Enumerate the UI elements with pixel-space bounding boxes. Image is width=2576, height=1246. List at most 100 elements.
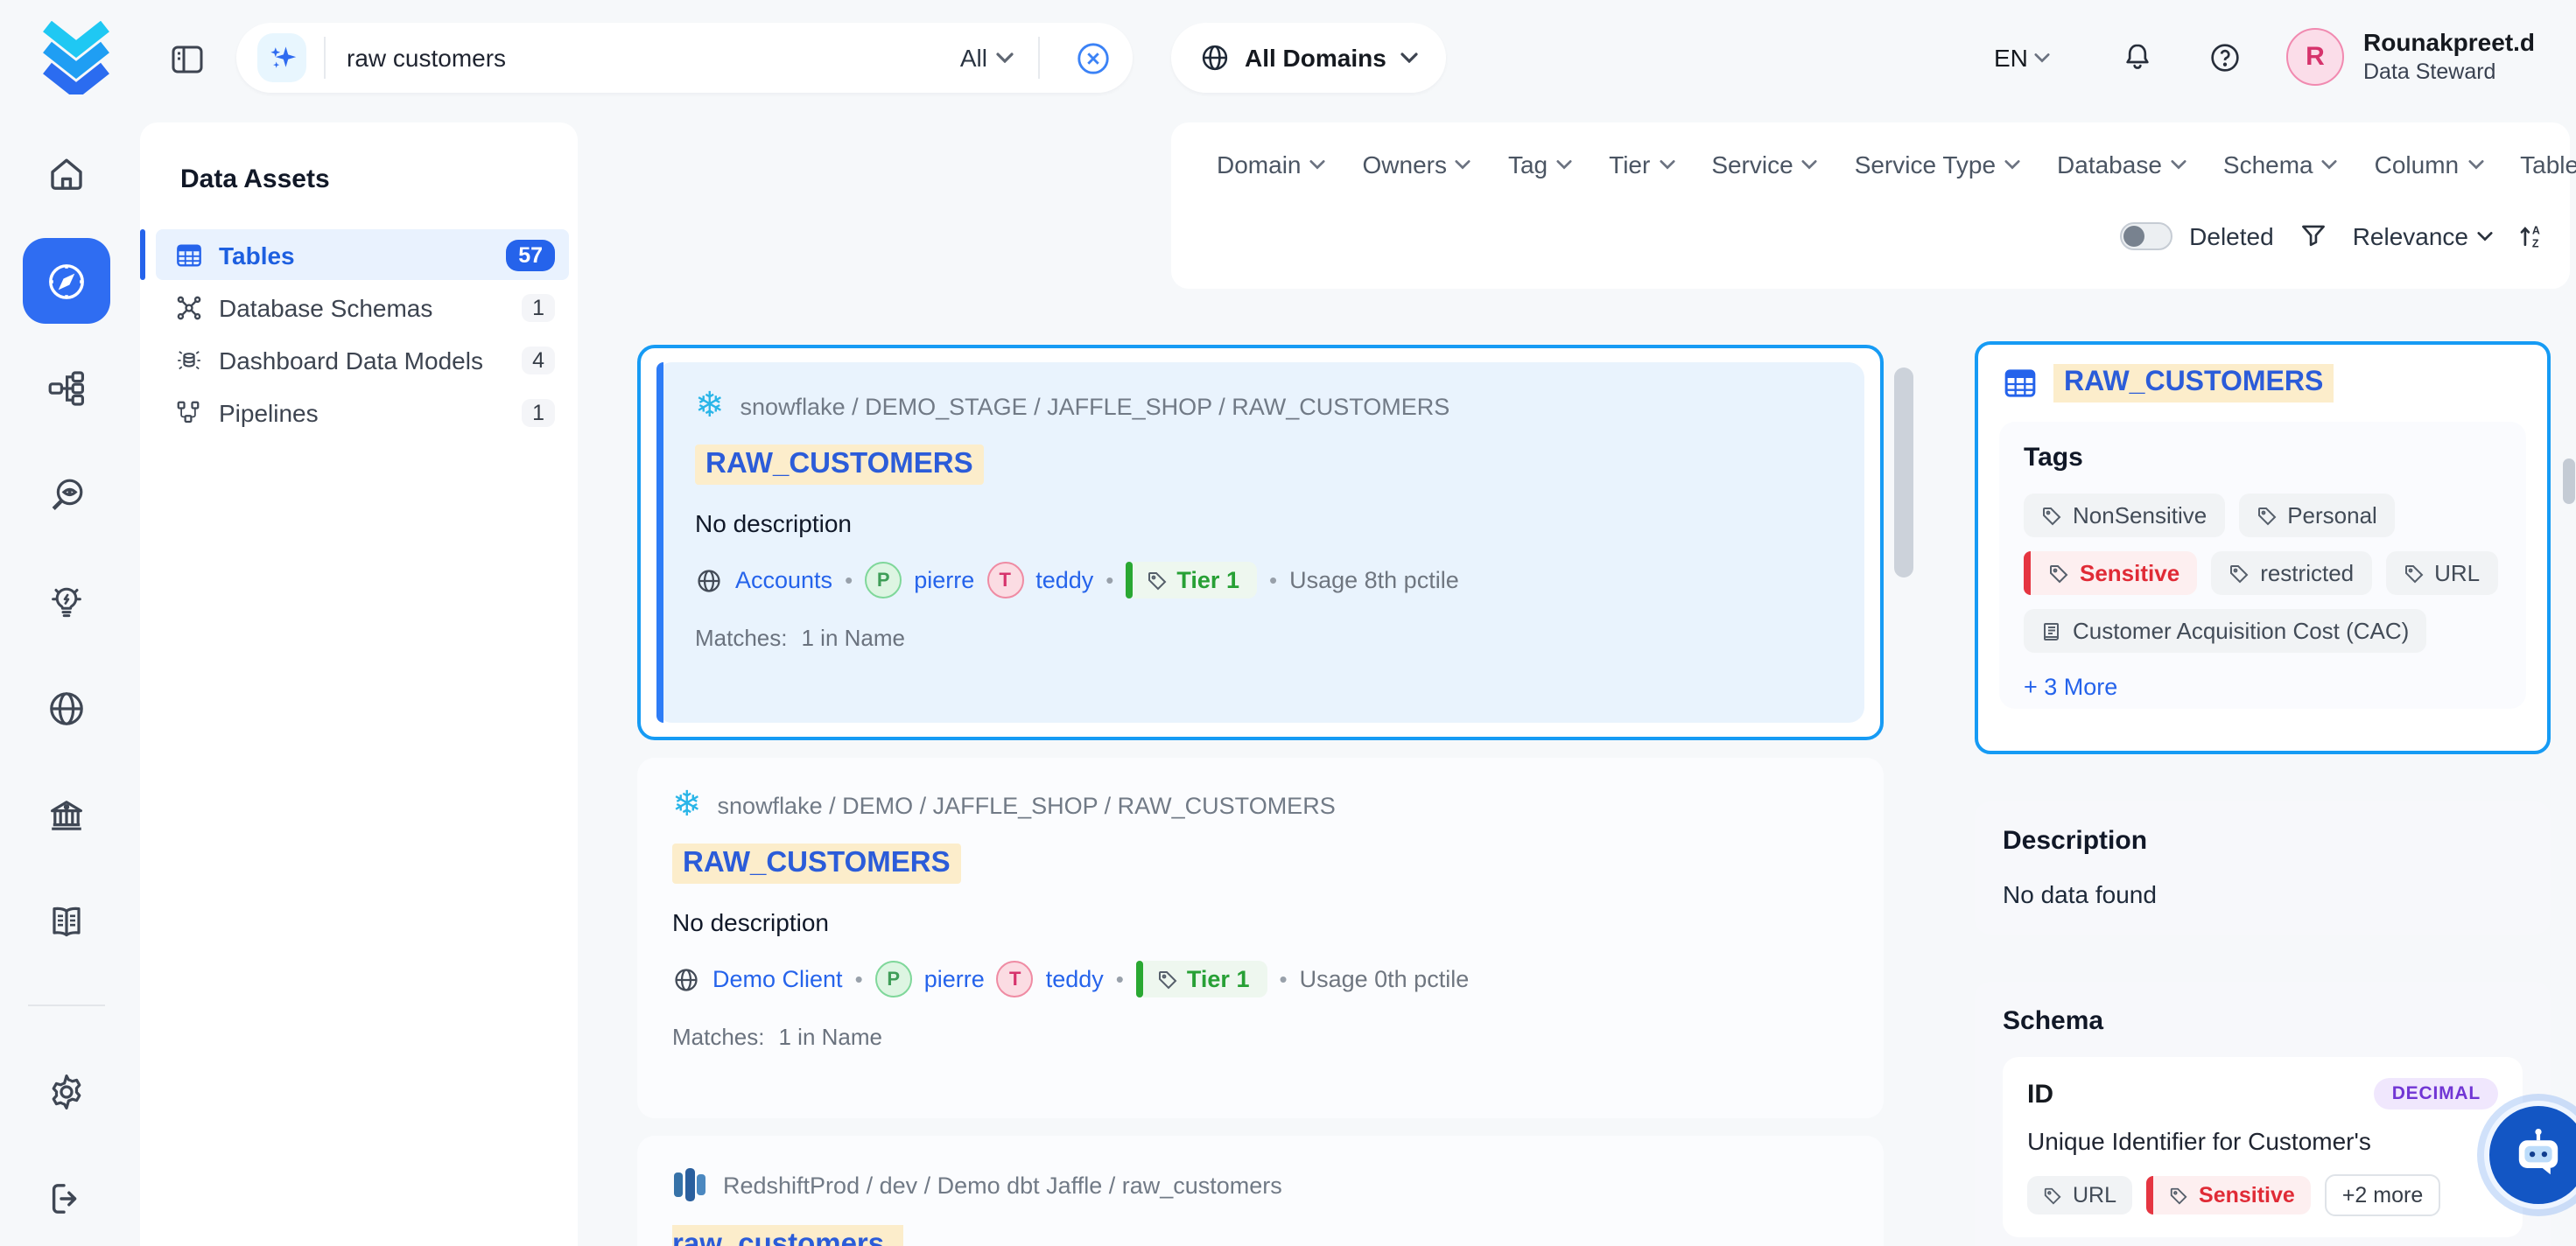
- tag-chip[interactable]: restricted: [2211, 551, 2371, 595]
- result-title-link[interactable]: raw_customers: [672, 1225, 903, 1246]
- filter-domain[interactable]: Domain: [1217, 150, 1326, 178]
- home-icon[interactable]: [46, 152, 88, 194]
- filter-funnel-icon[interactable]: [2299, 220, 2328, 250]
- result-card-selected[interactable]: ❄ snowflake / DEMO_STAGE / JAFFLE_SHOP /…: [637, 345, 1884, 740]
- govern-bank-icon[interactable]: [46, 794, 88, 836]
- more-tags-link[interactable]: + 3 More: [2024, 674, 2502, 700]
- asset-count-badge: 57: [506, 239, 555, 270]
- owner-avatar[interactable]: P: [875, 961, 912, 998]
- search-scope-select[interactable]: All: [960, 44, 1014, 72]
- breadcrumb[interactable]: RedshiftProd / dev / Demo dbt Jaffle / r…: [723, 1172, 1282, 1198]
- filter-table-type[interactable]: Table Type: [2520, 150, 2576, 178]
- tags-section: Tags NonSensitive Personal Sensitive res…: [1999, 422, 2526, 709]
- page-scrollbar-thumb[interactable]: [2563, 458, 2575, 504]
- sidebar-toggle-icon[interactable]: [170, 42, 205, 77]
- observability-icon[interactable]: [46, 474, 88, 516]
- usage-stat: Usage 8th pctile: [1289, 567, 1459, 593]
- owner-link[interactable]: pierre: [914, 567, 974, 593]
- result-title-link[interactable]: RAW_CUSTOMERS: [695, 444, 984, 485]
- data-model-icon: [173, 346, 203, 374]
- asset-filter-dashboard-data-models[interactable]: Dashboard Data Models 4: [156, 334, 569, 385]
- svg-text:A: A: [2532, 224, 2540, 236]
- tag-icon: [1157, 969, 1178, 990]
- breadcrumb[interactable]: snowflake / DEMO / JAFFLE_SHOP / RAW_CUS…: [718, 792, 1336, 818]
- global-search-bar[interactable]: All: [236, 23, 1133, 93]
- sort-select[interactable]: Relevance: [2353, 221, 2493, 249]
- owner-link[interactable]: teddy: [1035, 567, 1093, 593]
- explore-icon[interactable]: [23, 238, 110, 324]
- sort-direction-icon[interactable]: A Z: [2517, 221, 2545, 249]
- owner-avatar[interactable]: T: [986, 562, 1023, 598]
- tag-icon: [1147, 570, 1168, 591]
- filter-column[interactable]: Column: [2375, 150, 2484, 178]
- tag-chip[interactable]: URL: [2027, 1176, 2132, 1214]
- chevron-down-icon: [996, 52, 1014, 63]
- user-info[interactable]: Rounakpreet.d Data Steward: [2363, 28, 2535, 86]
- chevron-down-icon: [1310, 159, 1326, 170]
- asset-filter-database-schemas[interactable]: Database Schemas 1: [156, 282, 569, 332]
- glossary-book-icon[interactable]: [46, 901, 88, 943]
- globe-icon: [1199, 42, 1231, 74]
- result-card[interactable]: ❄ snowflake / DEMO / JAFFLE_SHOP / RAW_C…: [637, 758, 1884, 1118]
- filter-tag[interactable]: Tag: [1508, 150, 1572, 178]
- data-assets-panel: Data Assets Tables 57 Da: [140, 122, 578, 1246]
- schema-icon: [173, 293, 203, 321]
- all-domains-button[interactable]: All Domains: [1171, 23, 1446, 93]
- tag-chip[interactable]: URL: [2385, 551, 2497, 595]
- more-tags-chip[interactable]: +2 more: [2325, 1174, 2440, 1216]
- tag-chip-sensitive[interactable]: Sensitive: [2024, 551, 2197, 595]
- app-logo-icon[interactable]: [37, 21, 116, 94]
- domain-link[interactable]: Demo Client: [712, 966, 843, 992]
- owner-avatar[interactable]: P: [865, 562, 902, 598]
- filters-card: Domain Owners Tag Tier Service Service T…: [1171, 122, 2570, 289]
- chevron-down-icon: [1456, 159, 1471, 170]
- owner-avatar[interactable]: T: [997, 961, 1034, 998]
- preview-entity-title-link[interactable]: RAW_CUSTOMERS: [2053, 364, 2334, 402]
- glossary-term-chip[interactable]: Customer Acquisition Cost (CAC): [2024, 609, 2426, 653]
- chevron-down-icon: [1400, 52, 1418, 63]
- chevron-down-icon: [2004, 159, 2020, 170]
- clear-search-icon[interactable]: [1075, 39, 1112, 76]
- language-label: EN: [1994, 44, 2028, 72]
- filter-service-type[interactable]: Service Type: [1855, 150, 2020, 178]
- result-title-link[interactable]: RAW_CUSTOMERS: [672, 844, 961, 884]
- settings-gear-icon[interactable]: [46, 1071, 88, 1113]
- help-icon[interactable]: [2207, 40, 2243, 75]
- tag-chip[interactable]: Personal: [2238, 494, 2395, 537]
- tier-badge[interactable]: Tier 1: [1126, 562, 1257, 598]
- tag-chip[interactable]: NonSensitive: [2024, 494, 2224, 537]
- results-scrollbar-thumb[interactable]: [1894, 368, 1913, 578]
- filter-owners[interactable]: Owners: [1363, 150, 1471, 178]
- breadcrumb[interactable]: snowflake / DEMO_STAGE / JAFFLE_SHOP / R…: [741, 393, 1450, 419]
- language-select[interactable]: EN: [1994, 44, 2051, 72]
- list-controls-row: Deleted Relevance A Z: [2119, 220, 2545, 250]
- lineage-icon[interactable]: [46, 368, 88, 410]
- matches-info: Matches:1 in Name: [695, 625, 1833, 651]
- search-input[interactable]: [343, 42, 960, 74]
- asset-filter-pipelines[interactable]: Pipelines 1: [156, 387, 569, 438]
- column-name: ID: [2027, 1079, 2053, 1109]
- domain-link[interactable]: Accounts: [735, 567, 832, 593]
- insights-icon[interactable]: [46, 581, 88, 623]
- notifications-bell-icon[interactable]: [2120, 40, 2155, 75]
- asset-filter-tables[interactable]: Tables 57: [156, 229, 569, 280]
- column-type-badge: DECIMAL: [2375, 1078, 2498, 1110]
- owner-link[interactable]: pierre: [924, 966, 985, 992]
- deleted-label: Deleted: [2189, 221, 2274, 249]
- pipeline-icon: [173, 399, 203, 425]
- tag-chip-sensitive[interactable]: Sensitive: [2146, 1176, 2311, 1214]
- user-avatar[interactable]: R: [2286, 28, 2344, 86]
- schema-column-card[interactable]: ID DECIMAL Unique Identifier for Custome…: [2003, 1057, 2523, 1237]
- tier-badge[interactable]: Tier 1: [1136, 961, 1267, 998]
- result-card[interactable]: RedshiftProd / dev / Demo dbt Jaffle / r…: [637, 1136, 1884, 1246]
- filter-service[interactable]: Service: [1711, 150, 1817, 178]
- entity-preview-panel: RAW_CUSTOMERS Tags NonSensitive Personal…: [1975, 341, 2551, 754]
- deleted-toggle[interactable]: [2119, 221, 2172, 249]
- filter-database[interactable]: Database: [2057, 150, 2186, 178]
- domains-globe-icon[interactable]: [46, 688, 88, 730]
- filter-tier[interactable]: Tier: [1609, 150, 1674, 178]
- logout-icon[interactable]: [46, 1178, 88, 1220]
- filter-schema[interactable]: Schema: [2223, 150, 2338, 178]
- owner-link[interactable]: teddy: [1046, 966, 1104, 992]
- ai-sparkle-icon[interactable]: [257, 33, 306, 82]
